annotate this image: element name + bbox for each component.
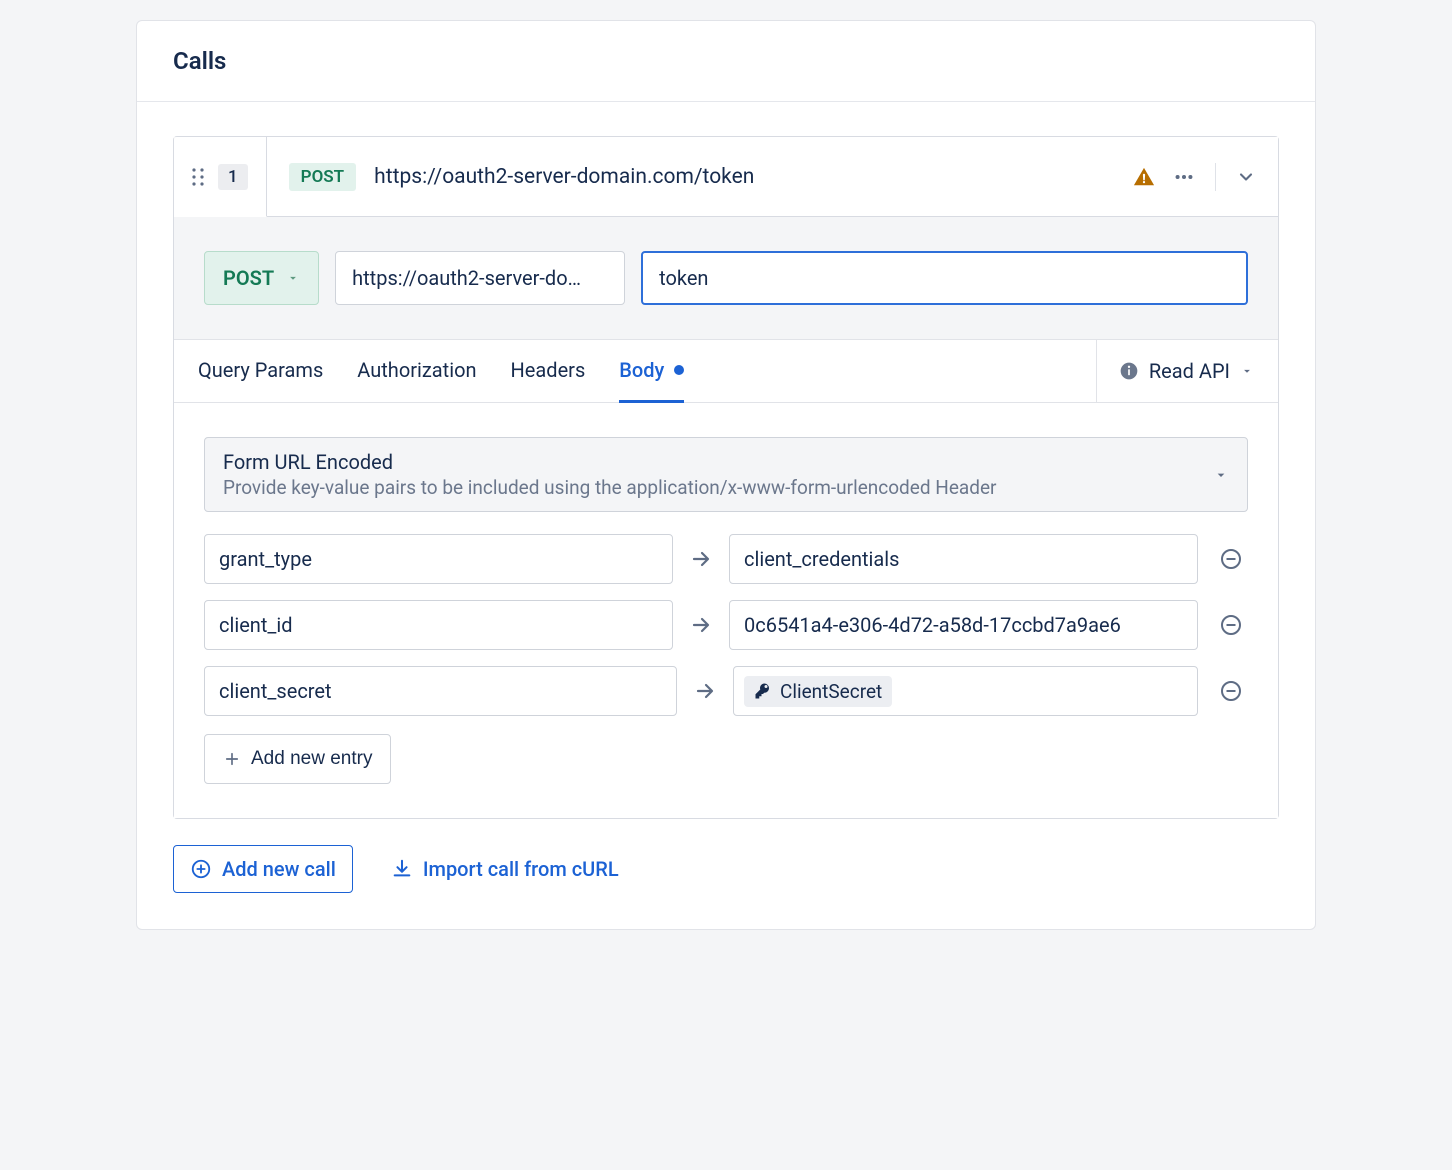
drag-handle-icon[interactable] — [192, 168, 204, 186]
encoding-title: Form URL Encoded — [223, 450, 1213, 474]
section-title: Calls — [173, 47, 1279, 75]
kv-rows: ClientSecret — [204, 534, 1248, 716]
body-panel: Form URL Encoded Provide key-value pairs… — [174, 403, 1278, 818]
remove-row-button[interactable] — [1214, 613, 1248, 637]
kv-value-input[interactable]: ClientSecret — [733, 666, 1198, 716]
secret-name: ClientSecret — [780, 680, 882, 703]
kv-key-input[interactable] — [204, 666, 677, 716]
kv-value-input[interactable] — [729, 600, 1198, 650]
calls-card: Calls 1 POST https://oauth2-server-domai… — [136, 20, 1316, 930]
divider — [1215, 163, 1216, 191]
kv-key-input[interactable] — [204, 534, 673, 584]
method-select[interactable]: POST — [204, 251, 319, 305]
arrow-right-icon — [693, 679, 717, 703]
card-body: 1 POST https://oauth2-server-domain.com/… — [137, 102, 1315, 929]
arrow-right-icon — [689, 547, 713, 571]
more-icon[interactable] — [1169, 162, 1199, 192]
caret-down-icon — [1240, 364, 1254, 378]
download-icon — [391, 858, 413, 880]
url-editor-row: POST — [204, 251, 1248, 305]
add-call-button[interactable]: Add new call — [173, 845, 353, 893]
caret-down-icon — [286, 271, 300, 285]
plus-icon — [223, 750, 241, 768]
add-call-label: Add new call — [222, 857, 336, 881]
kv-value-input[interactable] — [729, 534, 1198, 584]
body-encoding-select[interactable]: Form URL Encoded Provide key-value pairs… — [204, 437, 1248, 512]
import-curl-label: Import call from cURL — [423, 857, 619, 881]
tab-active-dot-icon — [674, 365, 684, 375]
read-api-dropdown[interactable]: Read API — [1096, 340, 1254, 402]
kv-row: ClientSecret — [204, 666, 1248, 716]
tab-authorization[interactable]: Authorization — [357, 341, 476, 403]
encoding-text: Form URL Encoded Provide key-value pairs… — [223, 450, 1213, 499]
call-item: 1 POST https://oauth2-server-domain.com/… — [173, 136, 1279, 819]
key-icon — [754, 682, 772, 700]
caret-down-icon — [1213, 467, 1229, 483]
tabs: Query Params Authorization Headers Body — [198, 340, 684, 402]
call-tab[interactable]: 1 — [174, 137, 267, 217]
path-input[interactable] — [641, 251, 1248, 305]
url-editor-area: POST — [174, 217, 1278, 339]
kv-row — [204, 534, 1248, 584]
method-chip: POST — [289, 163, 356, 191]
method-select-label: POST — [223, 266, 274, 290]
tab-body-label: Body — [619, 358, 664, 382]
warning-icon[interactable] — [1129, 162, 1159, 192]
kv-row — [204, 600, 1248, 650]
add-entry-label: Add new entry — [251, 748, 372, 770]
encoding-description: Provide key-value pairs to be included u… — [223, 476, 1213, 499]
info-icon — [1119, 361, 1139, 381]
collapse-icon[interactable] — [1232, 163, 1260, 191]
step-number-badge: 1 — [218, 164, 248, 190]
secret-chip[interactable]: ClientSecret — [744, 676, 892, 707]
remove-row-button[interactable] — [1214, 547, 1248, 571]
tabs-row: Query Params Authorization Headers Body … — [174, 339, 1278, 403]
bottom-actions: Add new call Import call from cURL — [173, 845, 1279, 893]
remove-row-button[interactable] — [1214, 679, 1248, 703]
call-url-summary[interactable]: POST https://oauth2-server-domain.com/to… — [267, 137, 1111, 217]
card-header: Calls — [137, 21, 1315, 102]
tab-headers[interactable]: Headers — [511, 341, 586, 403]
tab-query-params[interactable]: Query Params — [198, 341, 323, 403]
kv-key-input[interactable] — [204, 600, 673, 650]
url-text: https://oauth2-server-domain.com/token — [374, 165, 754, 189]
base-url-input[interactable] — [335, 251, 625, 305]
call-summary-row: 1 POST https://oauth2-server-domain.com/… — [174, 137, 1278, 217]
plus-circle-icon — [190, 858, 212, 880]
read-api-label: Read API — [1149, 359, 1230, 383]
arrow-right-icon — [689, 613, 713, 637]
tab-body[interactable]: Body — [619, 341, 684, 403]
add-entry-button[interactable]: Add new entry — [204, 734, 391, 784]
call-actions — [1111, 137, 1278, 217]
import-curl-button[interactable]: Import call from cURL — [375, 845, 635, 893]
